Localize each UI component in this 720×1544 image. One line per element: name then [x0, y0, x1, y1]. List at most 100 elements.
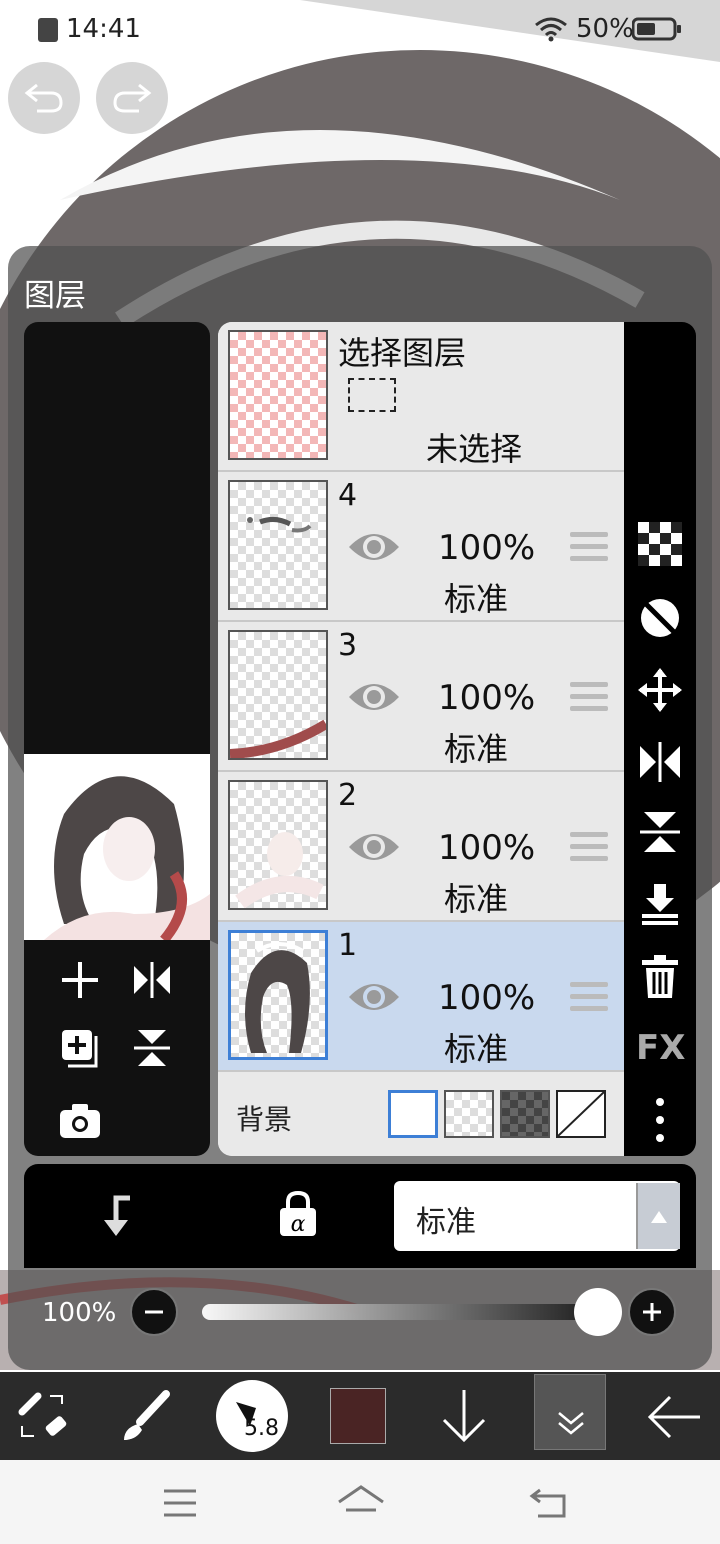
- layer-opacity: 100%: [438, 528, 536, 568]
- battery-percent: 50%: [576, 14, 634, 44]
- double-chevron-down-icon: [558, 1412, 584, 1435]
- brush-size-button[interactable]: 5.8: [216, 1380, 288, 1452]
- arrow-down-icon: [442, 1390, 486, 1443]
- visibility-eye-icon[interactable]: [346, 977, 402, 1017]
- opacity-value: 100%: [42, 1298, 117, 1328]
- background-transparent-light-swatch[interactable]: [444, 1090, 494, 1138]
- flip-vertical-icon[interactable]: [638, 810, 682, 854]
- plus-icon: [62, 962, 98, 998]
- flip-horizontal-button[interactable]: [130, 958, 174, 1002]
- visibility-eye-icon[interactable]: [346, 527, 402, 567]
- undo-button[interactable]: [8, 62, 80, 134]
- layer-list: 选择图层 未选择 4 100% 标准 3 100% 标准 2 100% 标准 1…: [218, 322, 624, 1156]
- layer-thumbnail: [228, 630, 328, 760]
- layer-thumbnail: [228, 930, 328, 1060]
- drag-handle-icon[interactable]: [570, 982, 608, 1016]
- duplicate-icon: [62, 1030, 98, 1068]
- redo-button[interactable]: [96, 62, 168, 134]
- layer-blend-mode: 标准: [444, 580, 509, 618]
- opacity-slider-bar: 100%: [24, 1268, 696, 1358]
- redo-icon: [113, 83, 152, 113]
- back-nav-button[interactable]: [528, 1486, 568, 1520]
- flip-horizontal-icon[interactable]: [638, 740, 682, 784]
- layer-number: 2: [338, 778, 358, 813]
- background-label: 背景: [236, 1103, 293, 1136]
- layer-panel-title: 图层: [24, 278, 86, 314]
- flip-vertical-button[interactable]: [130, 1026, 174, 1070]
- home-nav-button[interactable]: [336, 1484, 386, 1520]
- dropdown-toggle[interactable]: [636, 1183, 680, 1249]
- selection-layer-thumbnail: [228, 330, 328, 460]
- background-row: 背景: [218, 1072, 624, 1156]
- opacity-decrease-button[interactable]: [130, 1288, 178, 1336]
- transparency-checker-icon[interactable]: [638, 522, 682, 566]
- layer-row-selected[interactable]: 1 100% 标准: [218, 922, 624, 1072]
- notification-icon: [38, 18, 58, 42]
- layer-number: 4: [338, 478, 358, 513]
- clipping-circle-icon[interactable]: [638, 596, 682, 640]
- fx-button[interactable]: FX: [636, 1028, 685, 1068]
- clipping-arrow-icon[interactable]: [96, 1194, 136, 1238]
- layer-row[interactable]: 2 100% 标准: [218, 772, 624, 922]
- layer-number: 3: [338, 628, 358, 663]
- back-arrow-button[interactable]: [646, 1394, 702, 1440]
- selection-rect-icon: [348, 378, 396, 412]
- layer-tools-column: [24, 322, 210, 1156]
- main-toolbar: 5.8: [0, 1372, 720, 1460]
- blend-mode-select[interactable]: 标准: [394, 1181, 680, 1251]
- down-arrow-button[interactable]: [440, 1388, 488, 1444]
- merge-down-icon[interactable]: [638, 882, 682, 926]
- duplicate-layer-button[interactable]: [58, 1026, 102, 1070]
- camera-icon: [60, 1104, 100, 1138]
- layer-blend-mode: 标准: [444, 730, 509, 768]
- trash-icon[interactable]: [638, 954, 682, 1000]
- background-none-swatch[interactable]: [556, 1090, 606, 1138]
- drag-handle-icon[interactable]: [570, 832, 608, 866]
- plus-icon: [643, 1303, 661, 1321]
- background-transparent-dark-swatch[interactable]: [500, 1090, 550, 1138]
- layer-thumbnail: [228, 480, 328, 610]
- drag-handle-icon[interactable]: [570, 682, 608, 716]
- blend-mode-value: 标准: [416, 1205, 476, 1240]
- layer-number: 1: [338, 928, 358, 963]
- move-arrows-icon[interactable]: [638, 668, 682, 712]
- layer-row[interactable]: 3 100% 标准: [218, 622, 624, 772]
- layer-row[interactable]: 4 100% 标准: [218, 472, 624, 622]
- arrow-left-icon: [647, 1395, 700, 1439]
- opacity-slider-track[interactable]: [202, 1304, 596, 1320]
- layer-opacity: 100%: [438, 828, 536, 868]
- menu-nav-button[interactable]: [162, 1488, 198, 1518]
- battery-icon: [632, 16, 682, 42]
- layer-blend-mode: 标准: [444, 1030, 509, 1068]
- brush-tool-button[interactable]: [118, 1388, 174, 1444]
- status-time: 14:41: [66, 14, 141, 44]
- layer-thumbnail: [228, 780, 328, 910]
- more-options-icon[interactable]: [652, 1096, 668, 1144]
- layer-opacity: 100%: [438, 678, 536, 718]
- visibility-eye-icon[interactable]: [346, 677, 402, 717]
- flip-horizontal-icon: [134, 962, 170, 998]
- home-icon: [338, 1485, 384, 1512]
- camera-button[interactable]: [58, 1100, 102, 1140]
- canvas-preview[interactable]: [24, 754, 210, 944]
- brush-size-value: 5.8: [244, 1416, 279, 1441]
- layer-actions-bar: FX: [624, 322, 696, 1156]
- opacity-slider-thumb[interactable]: [574, 1288, 622, 1336]
- minus-icon: [145, 1310, 163, 1314]
- background-white-swatch[interactable]: [388, 1090, 438, 1138]
- add-layer-button[interactable]: [58, 958, 102, 1002]
- opacity-increase-button[interactable]: [628, 1288, 676, 1336]
- alpha-lock-icon[interactable]: α: [278, 1190, 318, 1238]
- tool-switch-button[interactable]: [16, 1390, 72, 1442]
- collapse-panel-button[interactable]: [534, 1374, 606, 1450]
- selection-layer-title: 选择图层: [338, 334, 467, 372]
- selection-layer-row[interactable]: 选择图层 未选择: [218, 322, 624, 472]
- back-icon: [529, 1488, 566, 1518]
- drag-handle-icon[interactable]: [570, 532, 608, 566]
- visibility-eye-icon[interactable]: [346, 827, 402, 867]
- status-bar: 14:41 50%: [0, 0, 720, 58]
- color-swatch-button[interactable]: [330, 1388, 386, 1444]
- brush-icon: [124, 1390, 170, 1440]
- layer-blend-mode: 标准: [444, 880, 509, 918]
- svg-text:α: α: [291, 1212, 306, 1237]
